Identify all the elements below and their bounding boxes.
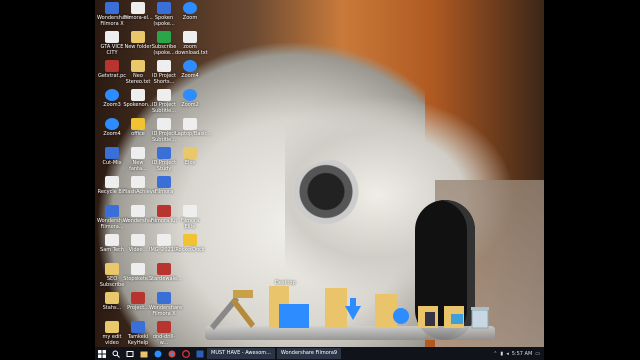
chrome-icon[interactable] xyxy=(168,350,176,358)
chevron-up-icon[interactable]: ⌃ xyxy=(493,351,497,357)
document-icon xyxy=(131,263,145,275)
document-icon xyxy=(157,118,171,130)
word-icon[interactable] xyxy=(196,350,204,358)
search-icon[interactable] xyxy=(112,350,120,358)
downloads-folder-dock-icon[interactable] xyxy=(323,284,367,334)
desktop-icon-label: Zoom4 xyxy=(181,73,199,79)
desktop-icon[interactable]: dnd-drill-w... xyxy=(149,321,179,346)
desktop-icon[interactable]: RocketDock xyxy=(175,234,205,253)
taskbar-task-button[interactable]: MUST HAVE - Awesom... xyxy=(207,348,275,359)
desktop-icon[interactable]: zoom download.txt xyxy=(175,31,208,56)
document-icon xyxy=(157,89,171,101)
person-icon xyxy=(105,234,119,246)
filmora-icon xyxy=(105,205,119,217)
folder-icon xyxy=(131,31,145,43)
video-icon xyxy=(105,321,119,333)
desktop-icon-label: Wondershare Filmora X xyxy=(149,305,183,317)
desktop-icon[interactable]: Laptop/Basic... xyxy=(175,118,212,137)
document-icon xyxy=(157,60,171,72)
document-icon xyxy=(131,60,145,72)
desktop-icon-label: Filmora Elite xyxy=(180,218,200,230)
taskbar-task-button[interactable]: Wondershare Filmora9 xyxy=(276,348,342,359)
system-tray: ⌃ ▮ ◂ 5:57 AM ▭ xyxy=(493,351,544,357)
desktop-icon-label: zoom download.txt xyxy=(175,44,208,56)
zoom-icon xyxy=(183,60,197,72)
app-icon xyxy=(105,147,119,159)
desktop-icon[interactable]: Elos xyxy=(175,147,205,166)
zoom-icon xyxy=(105,118,119,130)
document-icon xyxy=(131,89,145,101)
zoom-icon xyxy=(105,89,119,101)
document-icon xyxy=(131,118,145,130)
app-icon xyxy=(157,31,171,43)
zoom-icon xyxy=(183,2,197,14)
app-icon xyxy=(157,2,171,14)
desktop-icon-label: Zoom xyxy=(182,15,198,21)
wallpaper-headlight xyxy=(290,160,380,230)
app-icon xyxy=(157,321,171,333)
document-icon xyxy=(131,147,145,159)
desktop-icon[interactable]: Filmora xyxy=(149,176,179,195)
folder-icon xyxy=(183,147,197,159)
video-icon xyxy=(131,234,145,246)
pictures-folder-dock-icon[interactable] xyxy=(443,304,465,334)
laptop-icon xyxy=(183,118,197,130)
music-folder-dock-icon[interactable] xyxy=(373,290,413,334)
desktop-folder-dock-icon[interactable] xyxy=(267,282,313,334)
desktop-icon-label: Laptop/Basic... xyxy=(175,131,212,137)
volume-icon[interactable]: ◂ xyxy=(506,351,509,357)
game-icon xyxy=(157,263,171,275)
desktop-icon-label: RocketDock xyxy=(175,247,205,253)
app-icon xyxy=(131,321,145,333)
pdf-icon xyxy=(131,292,145,304)
desktop-icon[interactable]: Filmora Elite xyxy=(175,205,205,230)
app-icon xyxy=(105,60,119,72)
filmora-icon xyxy=(183,205,197,217)
taskbar: MUST HAVE - Awesom... Wondershare Filmora… xyxy=(95,347,544,360)
notification-icon[interactable]: ▭ xyxy=(535,351,540,357)
filmora-icon xyxy=(105,2,119,14)
desktop-icon[interactable]: Stardewale... xyxy=(149,263,182,282)
document-icon xyxy=(105,263,119,275)
file-explorer-icon[interactable] xyxy=(140,350,148,358)
desktop-icon[interactable]: Zoom2 xyxy=(175,89,205,108)
network-icon[interactable]: ▮ xyxy=(500,351,503,357)
image-icon xyxy=(157,234,171,246)
task-view-icon[interactable] xyxy=(126,350,134,358)
zoom-icon xyxy=(183,89,197,101)
documents-folder-dock-icon[interactable] xyxy=(417,304,439,334)
app-icon xyxy=(131,205,145,217)
document-icon xyxy=(157,147,171,159)
desktop-icon[interactable]: Wondershare Filmora X xyxy=(149,292,183,317)
desktop-icon-label: Stardewale... xyxy=(149,276,182,282)
desktop-icon-label: Zoom2 xyxy=(181,102,199,108)
rocketdock-bar xyxy=(205,286,495,340)
filmora-icon xyxy=(157,176,171,188)
desktop-icon[interactable]: Zoom4 xyxy=(175,60,205,79)
desktop-icon[interactable]: Zoom xyxy=(175,2,205,21)
taskbar-running-apps: MUST HAVE - Awesom... Wondershare Filmora… xyxy=(207,348,343,359)
desktop-icon-label: Elos xyxy=(184,160,196,166)
document-icon xyxy=(183,31,197,43)
edge-browser-icon[interactable] xyxy=(154,350,162,358)
app-icon xyxy=(131,176,145,188)
game-icon xyxy=(105,31,119,43)
tools-dock-icon[interactable] xyxy=(205,286,260,334)
filmora-icon xyxy=(131,2,145,14)
rocketdock-icon xyxy=(183,234,197,246)
clock[interactable]: 5:57 AM xyxy=(512,351,533,357)
recycle-bin-icon xyxy=(105,176,119,188)
opera-icon[interactable] xyxy=(182,349,190,358)
desktop-icon-label: Filmora xyxy=(154,189,174,195)
windows-start-icon[interactable] xyxy=(98,349,106,358)
desktop-icon-label: dnd-drill-w... xyxy=(152,334,176,346)
document-icon xyxy=(105,292,119,304)
filmora-icon xyxy=(157,205,171,217)
recycle-bin-dock-icon[interactable] xyxy=(469,304,491,334)
filmora-icon xyxy=(157,292,171,304)
